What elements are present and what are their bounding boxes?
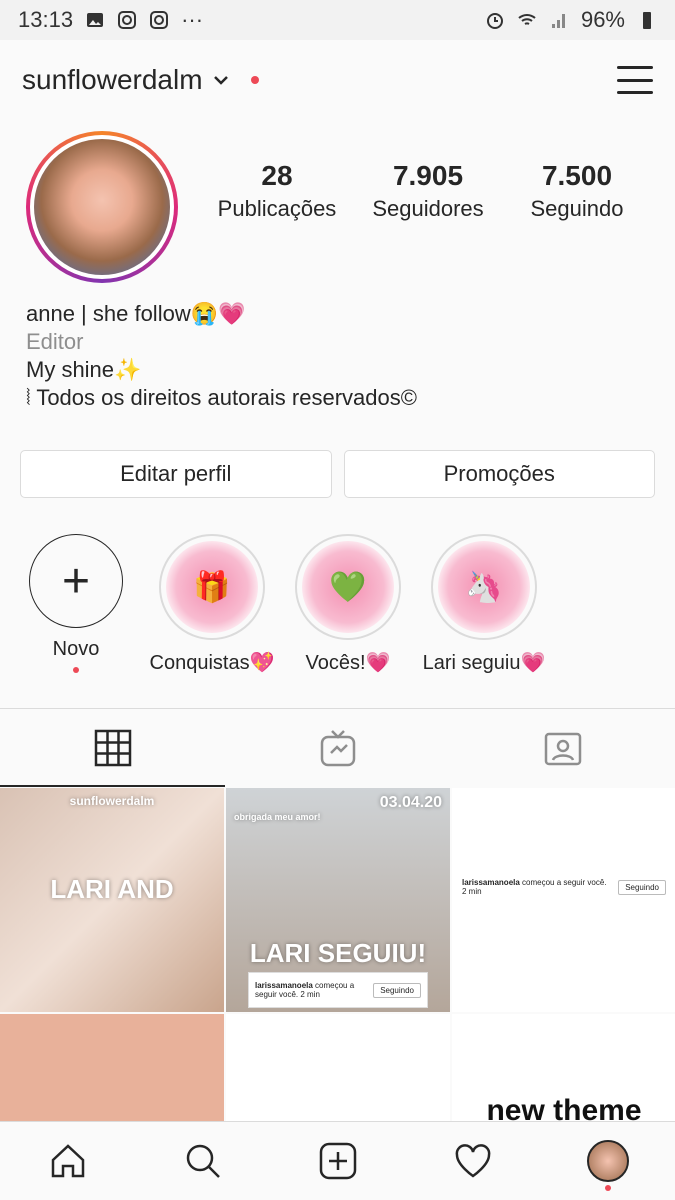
highlight-new[interactable]: + Novo bbox=[18, 534, 134, 675]
story-highlights: + Novo 🎁 Conquistas💖 💚 Vocês!💗 🦄 Lari se… bbox=[0, 534, 675, 675]
igtv-icon bbox=[320, 730, 355, 767]
home-icon[interactable] bbox=[46, 1139, 90, 1183]
profile-actions: Editar perfil Promoções bbox=[0, 450, 675, 498]
avatar bbox=[586, 1140, 629, 1182]
highlight-item[interactable]: 🎁 Conquistas💖 bbox=[150, 534, 274, 675]
unicorn-icon: 🦄 bbox=[438, 541, 530, 633]
avatar-photo bbox=[34, 139, 170, 275]
highlight-item[interactable]: 💚 Vocês!💗 bbox=[290, 534, 406, 675]
tab-grid[interactable] bbox=[0, 709, 225, 787]
tagged-icon bbox=[544, 732, 581, 766]
instagram-icon bbox=[150, 11, 169, 29]
bottom-navigation bbox=[0, 1121, 675, 1200]
post-thumbnail[interactable]: new theme bbox=[452, 1014, 675, 1124]
post-thumbnail[interactable]: 03.04.20 obrigada meu amor! LARI SEGUIU!… bbox=[226, 788, 450, 1012]
post-thumbnail[interactable]: larissamanoela começou a seguir você. 2 … bbox=[452, 788, 675, 1012]
gift-icon: 🎁 bbox=[166, 541, 258, 633]
following-count[interactable]: 7.500 Seguindo bbox=[520, 160, 634, 222]
add-post-icon[interactable] bbox=[316, 1139, 360, 1183]
profile-avatar[interactable] bbox=[26, 131, 178, 283]
category-label: Editor bbox=[26, 329, 84, 354]
menu-icon[interactable] bbox=[617, 66, 653, 94]
notification-dot bbox=[73, 667, 79, 673]
search-icon[interactable] bbox=[181, 1139, 225, 1183]
posts-grid: sunflowerdalm LARI AND 03.04.20 obrigada… bbox=[0, 788, 675, 1124]
followers-count[interactable]: 7.905 Seguidores bbox=[366, 160, 490, 222]
chevron-down-icon bbox=[213, 76, 228, 85]
image-icon bbox=[87, 13, 104, 27]
bio-line: ⦚ Todos os direitos autorais reservados© bbox=[26, 385, 417, 410]
profile-header: sunflowerdalm bbox=[0, 40, 675, 120]
heart-icon[interactable] bbox=[451, 1139, 495, 1183]
profile-tab[interactable] bbox=[586, 1139, 630, 1191]
post-thumbnail[interactable] bbox=[0, 1014, 224, 1124]
bio: anne | she follow😭💗 Editor My shine✨ ⦚ T… bbox=[0, 300, 675, 412]
more-icon: ··· bbox=[181, 7, 204, 32]
account-switcher[interactable]: sunflowerdalm bbox=[22, 64, 259, 96]
display-name: anne | she follow😭💗 bbox=[26, 301, 246, 326]
tab-tagged[interactable] bbox=[450, 709, 675, 787]
highlight-item[interactable]: 🦄 Lari seguiu💗 bbox=[423, 534, 545, 675]
instagram-icon bbox=[118, 11, 137, 29]
profile-tabs bbox=[0, 708, 675, 787]
profile-summary: 28 Publicações 7.905 Seguidores 7.500 Se… bbox=[0, 120, 675, 283]
alarm-icon bbox=[486, 13, 503, 29]
heart-icon: 💚 bbox=[302, 541, 394, 633]
status-bar: 13:13 ··· 96% bbox=[0, 0, 675, 40]
bio-line: My shine✨ bbox=[26, 357, 142, 382]
tab-igtv[interactable] bbox=[225, 709, 450, 787]
edit-profile-button[interactable]: Editar perfil bbox=[20, 450, 332, 498]
post-thumbnail[interactable]: sunflowerdalm LARI AND bbox=[0, 788, 224, 1012]
grid-icon bbox=[94, 729, 131, 767]
post-thumbnail[interactable] bbox=[226, 1014, 450, 1124]
promotions-button[interactable]: Promoções bbox=[343, 450, 655, 498]
follow-notification: larissamanoela começou a seguir você. 2 … bbox=[248, 972, 428, 1008]
battery-icon bbox=[643, 12, 651, 29]
posts-count: 28 Publicações bbox=[217, 160, 337, 221]
signal-icon bbox=[551, 14, 565, 28]
wifi-icon bbox=[518, 14, 536, 25]
plus-icon: + bbox=[29, 534, 123, 628]
follow-notification: larissamanoela começou a seguir você. 2 … bbox=[456, 870, 672, 904]
notification-dot bbox=[604, 1185, 611, 1191]
notification-dot bbox=[250, 76, 259, 84]
status-time: 13:13 bbox=[18, 7, 74, 32]
battery-level: 96% bbox=[580, 7, 625, 32]
username: sunflowerdalm bbox=[22, 64, 203, 95]
